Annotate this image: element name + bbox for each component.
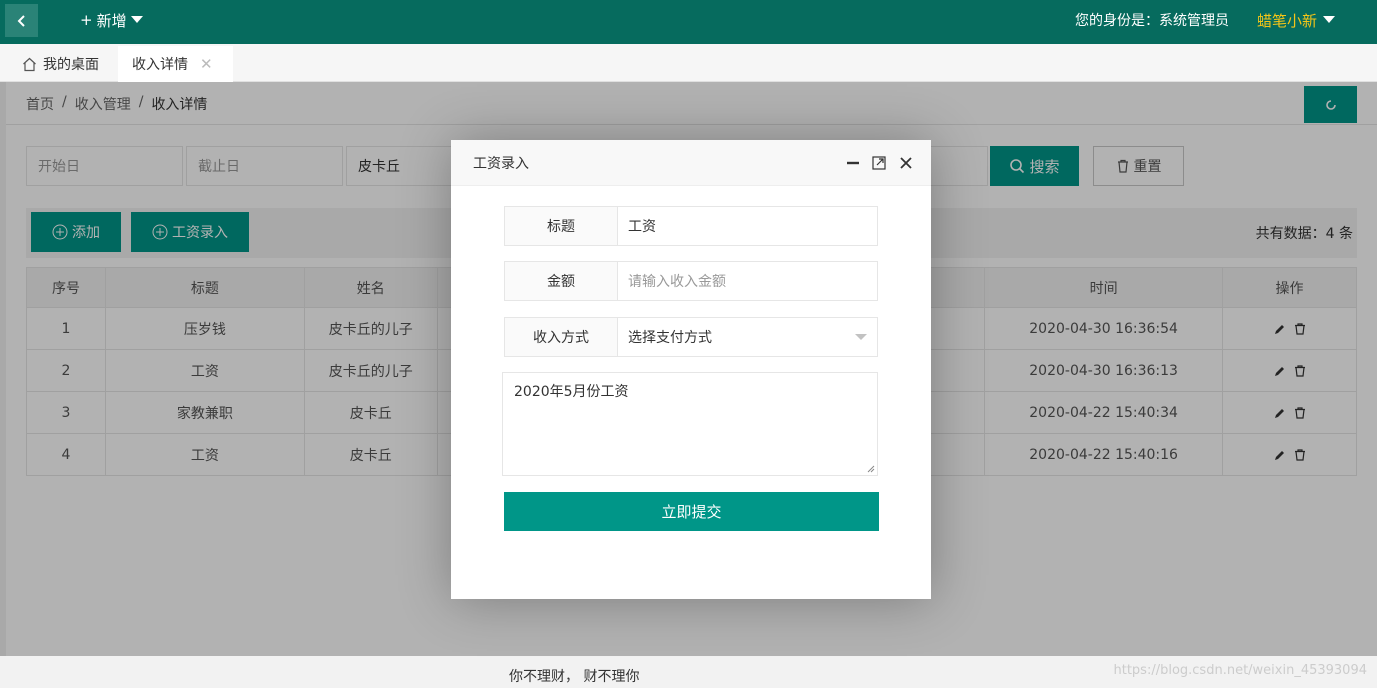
tab-bar: 我的桌面 收入详情 ✕ (0, 44, 1377, 82)
note-textarea[interactable]: 2020年5月份工资 (502, 372, 878, 476)
tab-desktop-label: 我的桌面 (43, 57, 99, 73)
watermark: https://blog.csdn.net/weixin_45393094 (1113, 662, 1367, 678)
close-icon[interactable]: ✕ (200, 55, 213, 73)
method-select[interactable]: 选择支付方式 (618, 318, 877, 356)
caret-down-icon (130, 16, 143, 23)
new-menu-label: 新增 (96, 11, 127, 30)
username: 蜡笔小新 (1257, 11, 1318, 30)
chevron-down-icon (855, 334, 867, 340)
identity-text: 您的身份是：系统管理员 (1075, 13, 1229, 29)
tab-desktop[interactable]: 我的桌面 (8, 46, 113, 82)
method-label: 收入方式 (505, 318, 618, 356)
back-button[interactable] (5, 4, 38, 37)
tab-income-detail-label: 收入详情 (132, 57, 188, 73)
title-row: 标题 工资 (504, 206, 878, 246)
top-header: + 新增 您的身份是：系统管理员 蜡笔小新 (0, 0, 1377, 44)
tab-income-detail[interactable]: 收入详情 ✕ (118, 46, 233, 82)
user-menu[interactable]: 蜡笔小新 (1257, 0, 1336, 40)
title-label: 标题 (505, 207, 618, 245)
close-icon (900, 157, 912, 169)
home-icon (23, 57, 36, 71)
resize-handle-icon[interactable] (866, 464, 875, 473)
amount-row: 金额 请输入收入金额 (504, 261, 878, 301)
close-button[interactable] (896, 153, 916, 173)
method-select-value: 选择支付方式 (628, 330, 712, 346)
note-text: 2020年5月份工资 (514, 384, 629, 400)
modal-header: 工资录入 (451, 140, 931, 186)
maximize-icon (872, 156, 886, 170)
submit-button[interactable]: 立即提交 (504, 492, 879, 531)
footer: 你不理财， 财不理你 https://blog.csdn.net/weixin_… (0, 656, 1377, 688)
new-menu[interactable]: + 新增 (80, 0, 143, 40)
minimize-icon (847, 161, 859, 165)
amount-label: 金额 (505, 262, 618, 300)
minimize-button[interactable] (843, 153, 863, 173)
caret-down-icon (1323, 16, 1336, 23)
amount-input[interactable]: 请输入收入金额 (618, 262, 877, 300)
salary-entry-modal: 工资录入 标题 工资 金额 请输入收入金额 收入方式 选择支付方式 2020年5… (451, 140, 931, 599)
plus-icon: + (80, 11, 93, 29)
modal-title: 工资录入 (473, 156, 529, 172)
maximize-button[interactable] (869, 153, 889, 173)
method-row: 收入方式 选择支付方式 (504, 317, 878, 357)
chevron-left-icon (17, 14, 25, 27)
footer-slogan: 你不理财， 财不理你 (509, 669, 640, 685)
title-input[interactable]: 工资 (618, 207, 877, 245)
